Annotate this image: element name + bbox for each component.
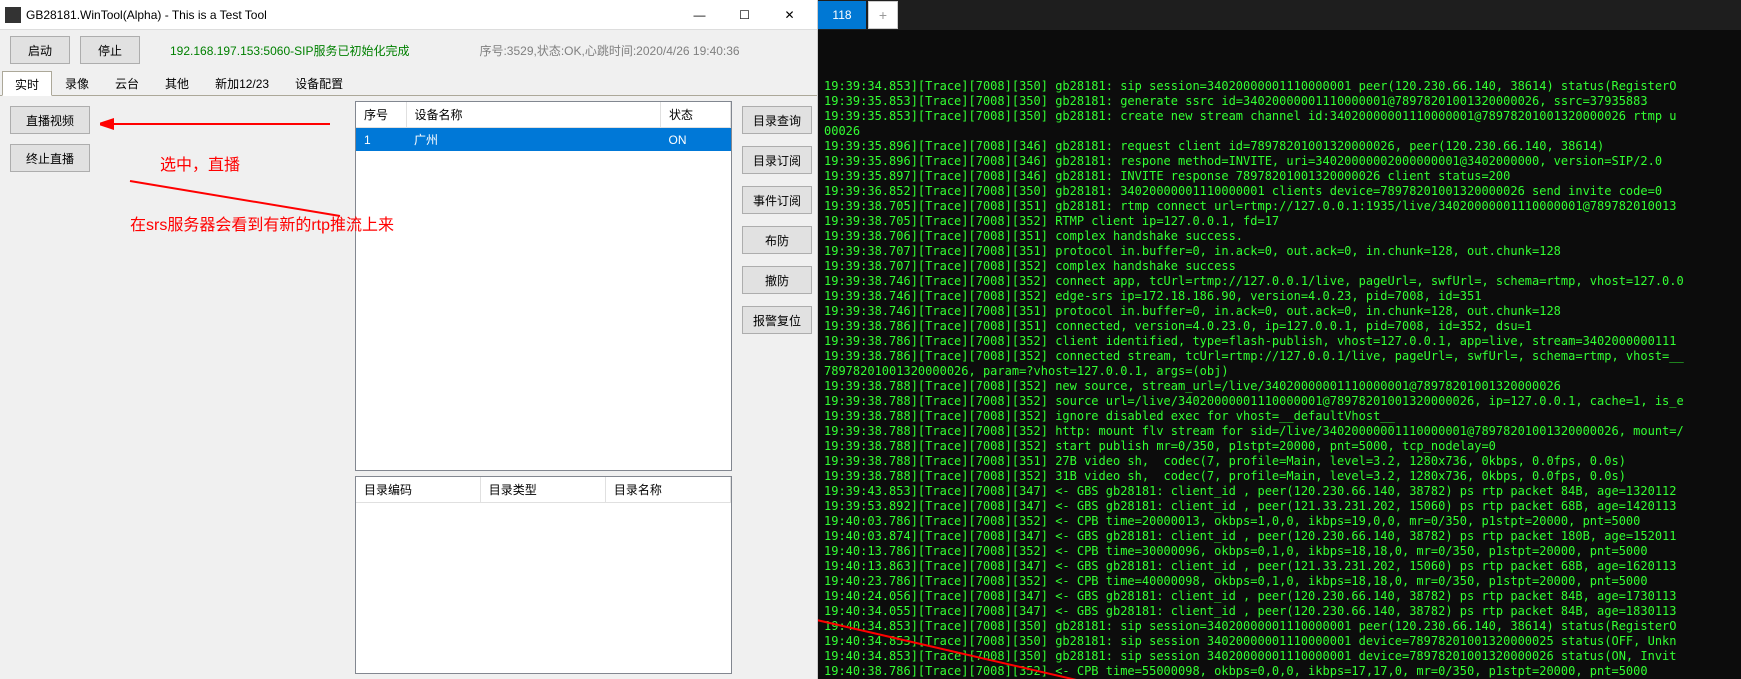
device-table-header: 序号 (356, 102, 406, 128)
console-line: 19:39:38.746][Trace][7008][351] protocol… (824, 304, 1735, 319)
console-line: 19:40:38.786][Trace][7008][352] <- CPB t… (824, 664, 1735, 679)
table-row[interactable]: 1广州ON (356, 128, 731, 152)
tab-0[interactable]: 实时 (2, 71, 52, 96)
tab-5[interactable]: 设备配置 (282, 70, 356, 95)
console-line: 19:39:38.786][Trace][7008][351] connecte… (824, 319, 1735, 334)
console-line: 19:39:38.788][Trace][7008][351] 27B vide… (824, 454, 1735, 469)
annotation-overlay: 选中，直播 在srs服务器会看到有新的rtp推流上来 (100, 96, 350, 679)
sip-status-label: 192.168.197.153:5060-SIP服务已初始化完成 (170, 42, 409, 59)
console-line: 19:39:35.896][Trace][7008][346] gb28181:… (824, 139, 1735, 154)
heartbeat-status-label: 序号:3529,状态:OK,心跳时间:2020/4/26 19:40:36 (479, 42, 739, 59)
close-button[interactable]: ✕ (767, 1, 812, 29)
left-action-panel: 直播视频 终止直播 (0, 96, 100, 679)
console-line: 19:40:34.853][Trace][7008][350] gb28181:… (824, 634, 1735, 649)
app-window: GB28181.WinTool(Alpha) - This is a Test … (0, 0, 818, 679)
console-line: 19:40:03.786][Trace][7008][352] <- CPB t… (824, 514, 1735, 529)
console-line: 19:39:38.705][Trace][7008][352] RTMP cli… (824, 214, 1735, 229)
tab-2[interactable]: 云台 (102, 70, 152, 95)
console-line: 19:39:35.896][Trace][7008][346] gb28181:… (824, 154, 1735, 169)
console-line: 19:39:36.852][Trace][7008][350] gb28181:… (824, 184, 1735, 199)
annotation-select-live: 选中，直播 (160, 151, 240, 175)
app-icon (5, 7, 21, 23)
catalog-table-header: 目录编码 (356, 477, 480, 503)
catalog-subscribe-button[interactable]: 目录订阅 (742, 146, 812, 174)
stop-live-button[interactable]: 终止直播 (10, 144, 90, 172)
console-line: 00026 (824, 124, 1735, 139)
console-line: 19:39:38.746][Trace][7008][352] edge-srs… (824, 289, 1735, 304)
console-line: 19:39:38.707][Trace][7008][352] complex … (824, 259, 1735, 274)
alarm-reset-button[interactable]: 报警复位 (742, 306, 812, 334)
console-line: 19:39:38.746][Trace][7008][352] connect … (824, 274, 1735, 289)
console-line: 19:40:03.874][Trace][7008][347] <- GBS g… (824, 529, 1735, 544)
console-tab[interactable]: 118 (818, 1, 866, 29)
device-table: 序号设备名称状态 1广州ON (355, 101, 732, 471)
console-line: 19:40:13.863][Trace][7008][347] <- GBS g… (824, 559, 1735, 574)
tab-1[interactable]: 录像 (52, 70, 102, 95)
console-line: 19:39:34.853][Trace][7008][350] gb28181:… (824, 79, 1735, 94)
console-line: 19:39:38.788][Trace][7008][352] start pu… (824, 439, 1735, 454)
console-line: 19:39:35.897][Trace][7008][346] gb28181:… (824, 169, 1735, 184)
console-output[interactable]: 19:39:34.853][Trace][7008][350] gb28181:… (818, 30, 1741, 679)
event-subscribe-button[interactable]: 事件订阅 (742, 186, 812, 214)
console-line: 19:39:38.788][Trace][7008][352] new sour… (824, 379, 1735, 394)
console-line: 19:40:23.786][Trace][7008][352] <- CPB t… (824, 574, 1735, 589)
guard-on-button[interactable]: 布防 (742, 226, 812, 254)
console-line: 19:39:38.788][Trace][7008][352] ignore d… (824, 409, 1735, 424)
tab-bar: 实时录像云台其他新加12/23设备配置 (0, 70, 817, 96)
guard-off-button[interactable]: 撤防 (742, 266, 812, 294)
console-new-tab-button[interactable]: + (868, 1, 898, 29)
console-line: 19:39:38.786][Trace][7008][352] connecte… (824, 349, 1735, 364)
start-button[interactable]: 启动 (10, 36, 70, 64)
stop-button[interactable]: 停止 (80, 36, 140, 64)
maximize-button[interactable]: ☐ (722, 1, 767, 29)
console-line: 78978201001320000026, param=?vhost=127.0… (824, 364, 1735, 379)
console-line: 19:39:53.892][Trace][7008][347] <- GBS g… (824, 499, 1735, 514)
minimize-button[interactable]: — (677, 1, 722, 29)
console-line: 19:39:38.707][Trace][7008][351] protocol… (824, 244, 1735, 259)
console-line: 19:39:38.705][Trace][7008][351] gb28181:… (824, 199, 1735, 214)
console-line: 19:40:13.786][Trace][7008][352] <- CPB t… (824, 544, 1735, 559)
live-video-button[interactable]: 直播视频 (10, 106, 90, 134)
console-window: 118 + 19:39:34.853][Trace][7008][350] gb… (818, 0, 1741, 679)
device-table-header: 状态 (661, 102, 731, 128)
console-line: 19:39:38.788][Trace][7008][352] 31B vide… (824, 469, 1735, 484)
catalog-table: 目录编码目录类型目录名称 (355, 476, 732, 674)
console-line: 19:39:38.706][Trace][7008][351] complex … (824, 229, 1735, 244)
right-action-panel: 目录查询 目录订阅 事件订阅 布防 撤防 报警复位 (737, 96, 817, 679)
console-line: 19:39:35.853][Trace][7008][350] gb28181:… (824, 109, 1735, 124)
window-title: GB28181.WinTool(Alpha) - This is a Test … (26, 8, 677, 22)
console-line: 19:39:38.788][Trace][7008][352] http: mo… (824, 424, 1735, 439)
console-tab-bar: 118 + (818, 0, 1741, 30)
console-line: 19:39:43.853][Trace][7008][347] <- GBS g… (824, 484, 1735, 499)
device-table-header: 设备名称 (406, 102, 661, 128)
toolbar: 启动 停止 192.168.197.153:5060-SIP服务已初始化完成 序… (0, 30, 817, 70)
console-line: 19:39:38.786][Trace][7008][352] client i… (824, 334, 1735, 349)
console-line: 19:40:24.056][Trace][7008][347] <- GBS g… (824, 589, 1735, 604)
catalog-table-header: 目录类型 (480, 477, 605, 503)
annotation-srs-rtp: 在srs服务器会看到有新的rtp推流上来 (130, 211, 394, 235)
console-line: 19:40:34.853][Trace][7008][350] gb28181:… (824, 619, 1735, 634)
tab-4[interactable]: 新加12/23 (202, 70, 282, 95)
console-line: 19:39:35.853][Trace][7008][350] gb28181:… (824, 94, 1735, 109)
tab-3[interactable]: 其他 (152, 70, 202, 95)
console-line: 19:39:38.788][Trace][7008][352] source u… (824, 394, 1735, 409)
console-line: 19:40:34.055][Trace][7008][347] <- GBS g… (824, 604, 1735, 619)
catalog-table-header: 目录名称 (605, 477, 730, 503)
catalog-query-button[interactable]: 目录查询 (742, 106, 812, 134)
titlebar: GB28181.WinTool(Alpha) - This is a Test … (0, 0, 817, 30)
